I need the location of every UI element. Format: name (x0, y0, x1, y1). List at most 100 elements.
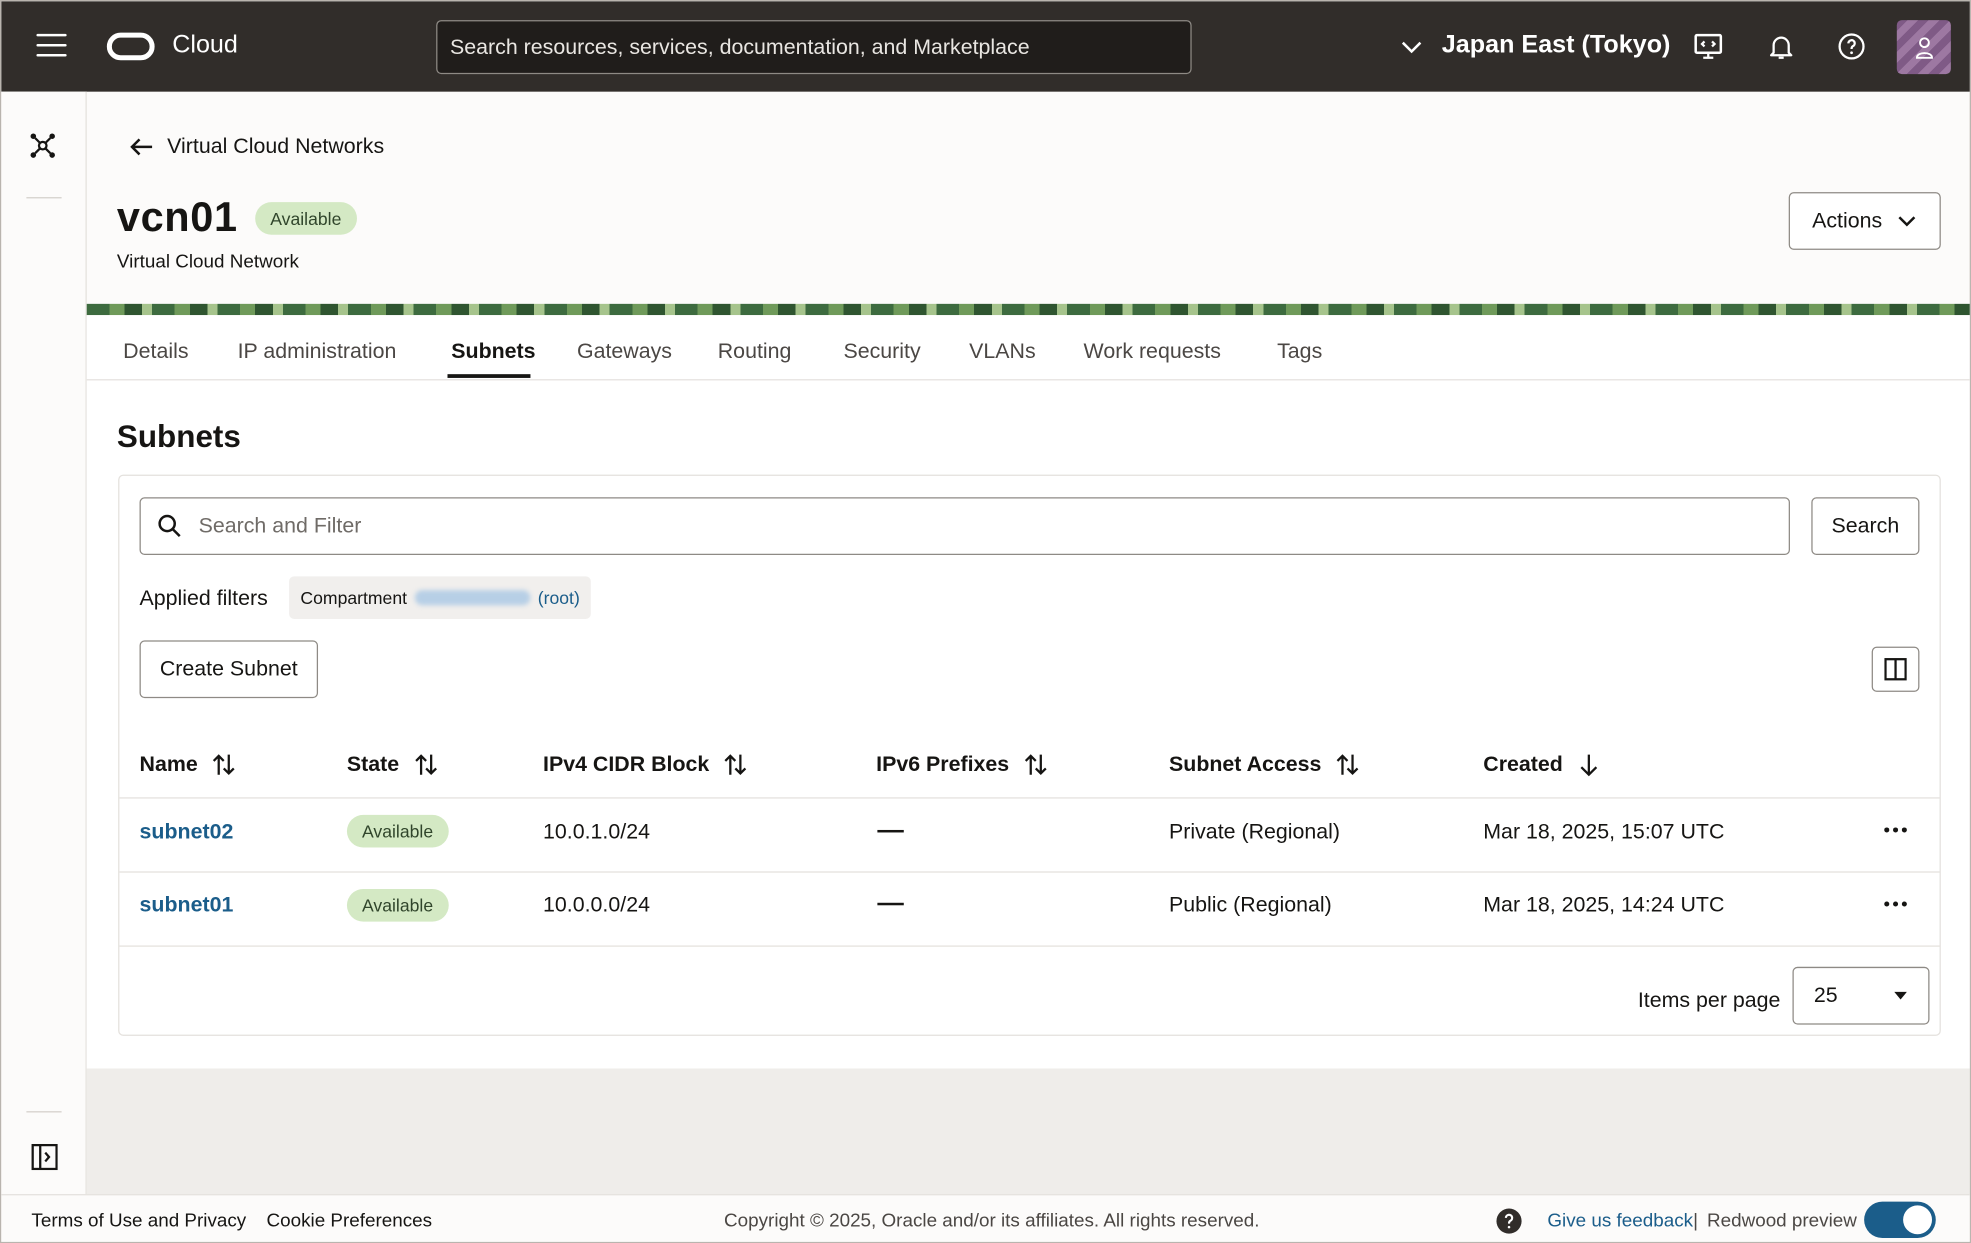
footer-separator: | (1693, 1210, 1699, 1232)
sort-icon (1336, 754, 1359, 776)
subnet-access-value: Private (Regional) (1169, 819, 1341, 844)
column-settings-button[interactable] (1871, 646, 1920, 692)
subnet-access-value: Public (Regional) (1169, 892, 1332, 917)
applied-filters-label: Applied filters (139, 586, 268, 611)
row-divider (119, 797, 1940, 799)
redacted-compartment-name (414, 590, 531, 606)
sort-icon (724, 754, 747, 776)
caret-down-icon (1894, 991, 1907, 1000)
page-subtitle: Virtual Cloud Network (116, 251, 299, 273)
hamburger-menu-icon[interactable] (36, 33, 67, 59)
profile-avatar[interactable] (1896, 20, 1951, 75)
column-label: IPv6 Prefixes (876, 752, 1010, 776)
state-badge: Available (346, 814, 449, 848)
status-badge: Available (255, 202, 357, 235)
tab-vlans[interactable]: VLANs (969, 339, 1036, 364)
tab-security[interactable]: Security (843, 339, 920, 364)
tab-gateways[interactable]: Gateways (577, 339, 672, 364)
oracle-logo-icon[interactable] (106, 32, 155, 61)
items-per-page-select[interactable]: 25 (1792, 966, 1930, 1025)
redwood-preview-label: Redwood preview (1707, 1210, 1857, 1232)
columns-icon (1884, 658, 1907, 681)
column-label: Name (139, 752, 198, 776)
more-actions-icon[interactable] (1880, 817, 1910, 842)
copyright-text: Copyright © 2025, Oracle and/or its affi… (724, 1210, 1260, 1232)
items-per-page-label: Items per page (1637, 988, 1781, 1013)
column-header-subnet-access[interactable]: Subnet Access (1169, 752, 1359, 777)
compartment-filter-chip[interactable]: Compartment (root) (289, 576, 592, 620)
tab-bar: Details IP administration Subnets Gatewa… (86, 315, 1970, 381)
arrow-left-icon (130, 138, 153, 156)
more-actions-icon[interactable] (1880, 891, 1910, 916)
column-label: Created (1483, 752, 1563, 776)
top-header: Cloud Search resources, services, docume… (1, 1, 1970, 92)
cookie-preferences-link[interactable]: Cookie Preferences (266, 1210, 432, 1231)
brand-name[interactable]: Cloud (172, 31, 238, 60)
active-tab-indicator (447, 374, 531, 378)
tab-tags[interactable]: Tags (1277, 339, 1322, 364)
sort-icon (213, 754, 235, 776)
region-label: Japan East (Tokyo) (1441, 31, 1671, 60)
column-header-name[interactable]: Name (140, 752, 236, 777)
bell-icon[interactable] (1766, 31, 1796, 61)
sort-icon (1024, 754, 1047, 776)
actions-button[interactable]: Actions (1788, 192, 1941, 250)
global-search-input[interactable]: Search resources, services, documentatio… (436, 20, 1192, 75)
profile-icon (1915, 36, 1933, 59)
back-link-label: Virtual Cloud Networks (167, 134, 385, 159)
row-divider (119, 871, 1940, 873)
page-title: vcn01 (116, 193, 238, 240)
decorative-banner (86, 303, 1970, 316)
tab-details[interactable]: Details (123, 339, 188, 364)
rail-divider (26, 1111, 62, 1113)
created-value: Mar 18, 2025, 14:24 UTC (1483, 892, 1725, 917)
help-icon[interactable] (1836, 31, 1866, 61)
column-header-state[interactable]: State (347, 752, 437, 777)
subnet-name-link[interactable]: subnet01 (140, 893, 234, 918)
expand-panel-icon[interactable] (31, 1143, 58, 1171)
cidr-value: 10.0.1.0/24 (543, 819, 650, 844)
ipv6-empty-dash (877, 902, 904, 906)
tab-work-requests[interactable]: Work requests (1084, 339, 1221, 364)
section-title: Subnets (116, 419, 241, 455)
search-icon (158, 514, 181, 538)
redwood-preview-toggle[interactable] (1864, 1201, 1936, 1239)
chevron-down-icon (1401, 41, 1422, 53)
give-feedback-link[interactable]: Give us feedback (1547, 1210, 1693, 1231)
chip-label: Compartment (300, 587, 408, 608)
actions-label: Actions (1812, 208, 1883, 233)
chevron-down-icon (1898, 216, 1916, 227)
row-divider (119, 945, 1940, 947)
search-button[interactable]: Search (1811, 497, 1920, 555)
region-selector[interactable]: Japan East (Tokyo) (1399, 31, 1670, 60)
help-icon[interactable] (1496, 1208, 1522, 1234)
ipv6-empty-dash (877, 829, 904, 833)
column-label: State (346, 752, 400, 776)
network-icon[interactable] (29, 132, 57, 160)
developer-tools-icon[interactable] (1693, 31, 1723, 61)
subnet-name-link[interactable]: subnet02 (140, 820, 234, 845)
column-header-created[interactable]: Created (1483, 752, 1600, 777)
cidr-value: 10.0.0.0/24 (543, 892, 650, 917)
filter-input[interactable]: Search and Filter (139, 497, 1790, 555)
sort-descending-icon (1580, 754, 1598, 777)
created-value: Mar 18, 2025, 15:07 UTC (1483, 819, 1725, 844)
page-background (86, 1068, 1970, 1195)
column-label: IPv4 CIDR Block (543, 752, 710, 776)
sort-icon (414, 754, 437, 776)
back-link[interactable]: Virtual Cloud Networks (129, 134, 384, 159)
column-header-ipv6-prefixes[interactable]: IPv6 Prefixes (876, 752, 1047, 777)
left-rail (1, 91, 87, 1195)
terms-link[interactable]: Terms of Use and Privacy (31, 1210, 246, 1231)
chip-root: (root) (537, 587, 580, 608)
footer: Terms of Use and Privacy Cookie Preferen… (1, 1194, 1970, 1242)
column-label: Subnet Access (1169, 752, 1322, 776)
tab-ip-administration[interactable]: IP administration (238, 339, 397, 364)
tab-routing[interactable]: Routing (718, 339, 792, 364)
create-subnet-button[interactable]: Create Subnet (139, 640, 319, 699)
items-per-page-value: 25 (1813, 983, 1838, 1007)
tab-subnets[interactable]: Subnets (451, 339, 535, 364)
column-header-ipv4-cidr[interactable]: IPv4 CIDR Block (543, 752, 747, 777)
rail-divider (26, 197, 62, 199)
state-badge: Available (346, 888, 449, 922)
